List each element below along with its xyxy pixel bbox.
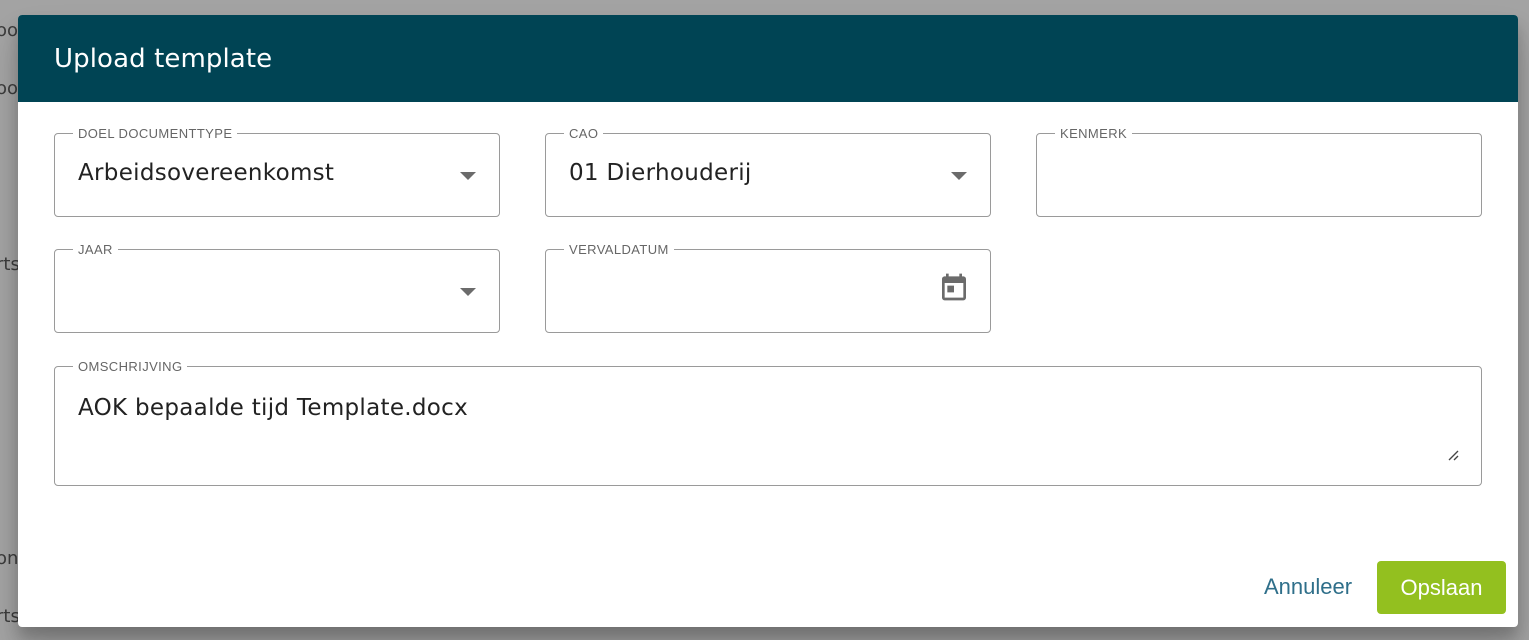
background-text: rts bbox=[0, 606, 20, 627]
kenmerk-label: KENMERK bbox=[1055, 126, 1133, 142]
dropdown-arrow-icon[interactable] bbox=[951, 172, 967, 180]
background-text: oo bbox=[0, 20, 19, 41]
doel-documenttype-value: Arbeidsovereenkomst bbox=[78, 160, 335, 186]
vervaldatum-input[interactable]: VERVALDATUM bbox=[545, 242, 991, 333]
dropdown-arrow-icon[interactable] bbox=[460, 172, 476, 180]
doel-documenttype-select[interactable]: DOEL DOCUMENTTYPE Arbeidsovereenkomst bbox=[54, 126, 500, 217]
omschrijving-textarea[interactable]: OMSCHRIJVING AOK bepaalde tijd Template.… bbox=[54, 359, 1482, 486]
vervaldatum-label: VERVALDATUM bbox=[564, 242, 674, 258]
resize-handle-icon[interactable] bbox=[1447, 449, 1459, 461]
background-text: on bbox=[0, 548, 19, 569]
kenmerk-input[interactable]: KENMERK bbox=[1036, 126, 1482, 217]
jaar-label: JAAR bbox=[73, 242, 118, 258]
background-text: rts bbox=[0, 254, 20, 275]
dropdown-arrow-icon[interactable] bbox=[460, 288, 476, 296]
doel-documenttype-label: DOEL DOCUMENTTYPE bbox=[73, 126, 238, 142]
dialog-title: Upload template bbox=[54, 43, 273, 74]
upload-template-dialog: Upload template DOEL DOCUMENTTYPE Arbeid… bbox=[18, 15, 1518, 627]
omschrijving-label: OMSCHRIJVING bbox=[73, 359, 188, 375]
cao-value: 01 Dierhouderij bbox=[569, 160, 752, 186]
save-button[interactable]: Opslaan bbox=[1377, 561, 1506, 614]
cao-label: CAO bbox=[564, 126, 604, 142]
calendar-icon[interactable] bbox=[938, 270, 970, 304]
jaar-select[interactable]: JAAR bbox=[54, 242, 500, 333]
cancel-button[interactable]: Annuleer bbox=[1248, 561, 1368, 613]
background-text: oo bbox=[0, 78, 19, 99]
dialog-header: Upload template bbox=[18, 15, 1518, 102]
omschrijving-value: AOK bepaalde tijd Template.docx bbox=[78, 395, 469, 421]
cao-select[interactable]: CAO 01 Dierhouderij bbox=[545, 126, 991, 217]
